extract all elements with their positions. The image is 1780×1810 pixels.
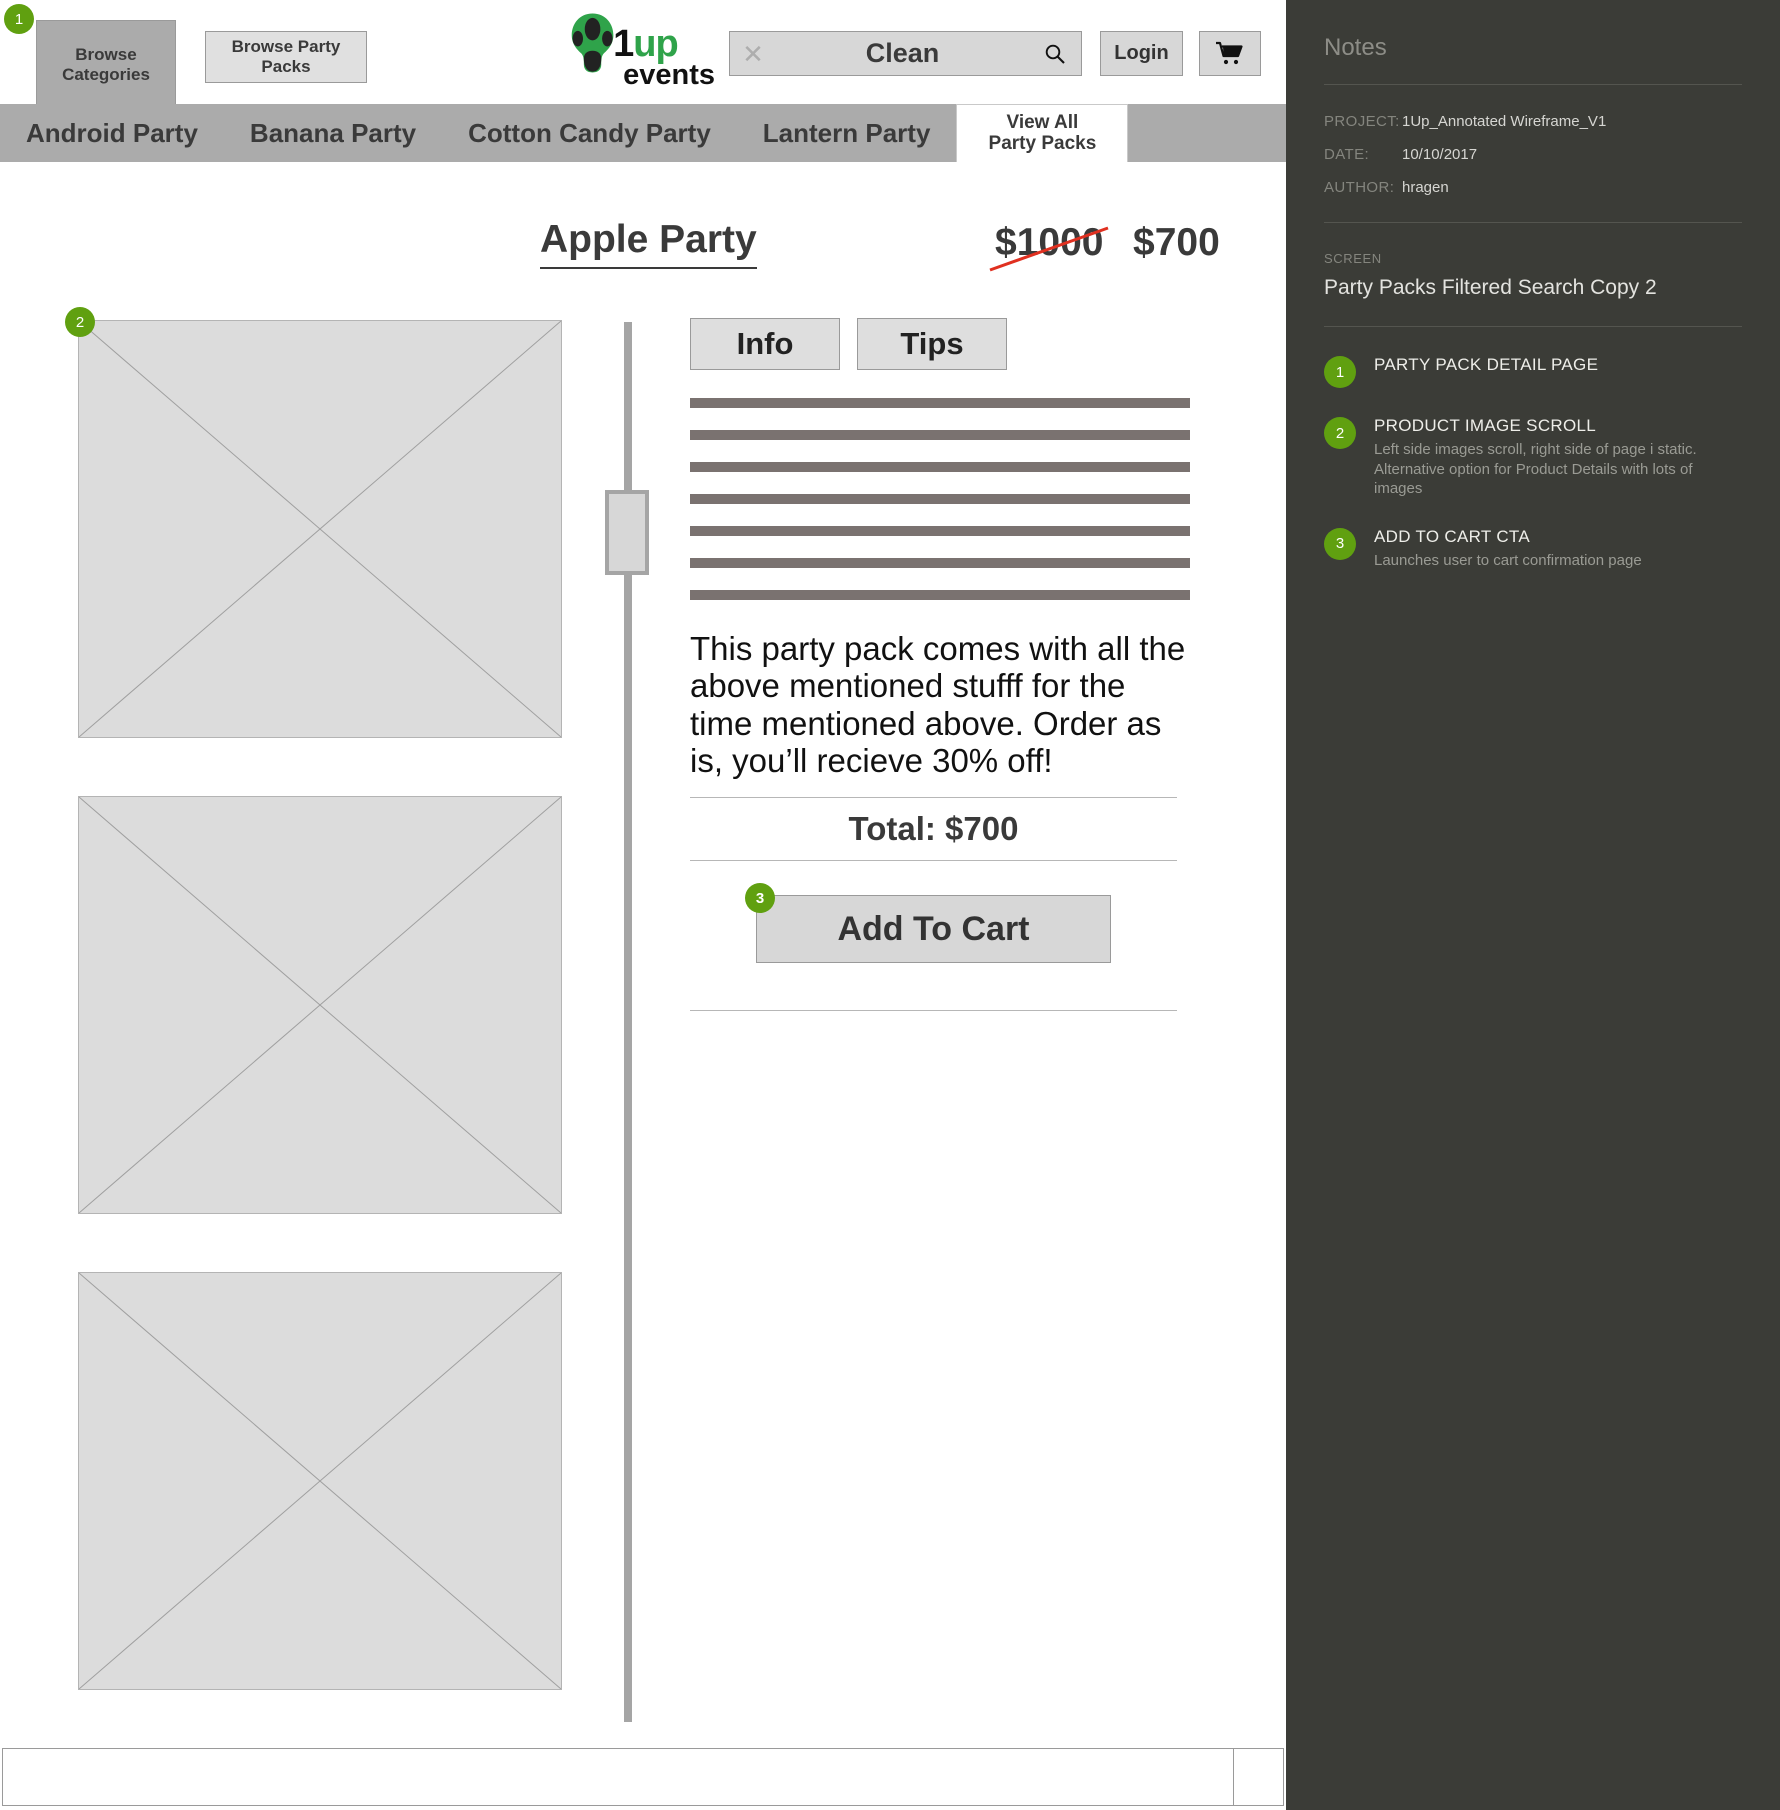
image-rail-scrollbar-thumb[interactable] (605, 490, 649, 575)
annotation-title: PRODUCT IMAGE SCROLL (1374, 416, 1597, 435)
browse-categories-tab[interactable]: Browse Categories (36, 20, 176, 108)
cta-divider (690, 1010, 1177, 1012)
close-x-icon[interactable]: ✕ (730, 41, 776, 67)
add-to-cart-label: Add To Cart (837, 909, 1030, 948)
product-image-placeholder[interactable]: 2 (65, 307, 562, 738)
product-description: This party pack comes with all the above… (690, 630, 1186, 779)
page-title: Apple Party (540, 218, 757, 269)
category-android-party[interactable]: Android Party (0, 104, 224, 162)
app-canvas: 1 Browse Categories Browse Party Packs 1… (0, 0, 1286, 1810)
browse-party-packs-tab[interactable]: Browse Party Packs (205, 31, 367, 83)
divider (1324, 84, 1742, 85)
annotation-badge-1[interactable]: 1 (4, 4, 34, 34)
category-banana-party[interactable]: Banana Party (224, 104, 442, 162)
product-image-placeholder[interactable] (78, 796, 562, 1214)
screen-name: Party Packs Filtered Search Copy 2 (1324, 276, 1657, 299)
image-placeholder-cross-icon (78, 1272, 562, 1690)
meta-author-value: hragen (1402, 179, 1449, 196)
annotation-item: 1 PARTY PACK DETAIL PAGE (1324, 355, 1742, 388)
placeholder-line (690, 462, 1190, 472)
tab-tips[interactable]: Tips (857, 318, 1007, 370)
detail-tabs: Info Tips (690, 318, 1190, 370)
annotation-number: 3 (1324, 527, 1356, 560)
add-to-cart-button[interactable]: 3 Add To Cart (745, 883, 1111, 964)
placeholder-line (690, 494, 1190, 504)
logo-events: events (623, 58, 715, 91)
mushroom-logo-icon (571, 13, 614, 73)
annotation-badge-3[interactable]: 3 (745, 883, 775, 914)
divider (1324, 222, 1742, 223)
footer-band (2, 1748, 1234, 1806)
meta-author-key: AUTHOR: (1324, 179, 1395, 196)
product-header: Apple Party $1000 $700 (0, 218, 1286, 288)
product-detail-column: Info Tips This party pack comes with all… (690, 318, 1190, 1012)
category-cotton-candy-party[interactable]: Cotton Candy Party (442, 104, 737, 162)
annotation-badge-2[interactable]: 2 (65, 307, 95, 337)
category-lantern-party[interactable]: Lantern Party (737, 104, 957, 162)
meta-project-value: 1Up_Annotated Wireframe_V1 (1402, 113, 1607, 130)
placeholder-line (690, 398, 1190, 408)
annotation-title: PARTY PACK DETAIL PAGE (1374, 355, 1599, 374)
site-logo[interactable]: 1up events (570, 5, 715, 91)
annotation-item: 2 PRODUCT IMAGE SCROLL Left side images … (1324, 416, 1742, 499)
meta-date-value: 10/10/2017 (1402, 146, 1478, 163)
login-button[interactable]: Login (1100, 31, 1183, 76)
annotation-number: 1 (1324, 356, 1356, 388)
image-placeholder-cross-icon (78, 796, 562, 1214)
sale-price: $700 (1133, 221, 1220, 264)
add-to-cart-area: 3 Add To Cart (690, 883, 1177, 1012)
category-nav: Android Party Banana Party Cotton Candy … (0, 104, 1286, 162)
meta-project: PROJECT: 1Up_Annotated Wireframe_V1 (1324, 113, 1742, 130)
notes-panel-title: Notes (1324, 34, 1387, 61)
meta-project-key: PROJECT: (1324, 113, 1400, 130)
cart-button[interactable] (1199, 31, 1261, 76)
product-image-rail[interactable]: 2 (65, 307, 568, 1810)
screen-label: SCREEN (1324, 251, 1382, 266)
meta-date: DATE: 10/10/2017 (1324, 146, 1742, 163)
placeholder-line (690, 558, 1190, 568)
divider (1324, 326, 1742, 327)
logo-wordmark: 1up events (613, 25, 715, 91)
top-utility-bar: Browse Categories Browse Party Packs 1up… (0, 0, 1286, 108)
order-total: Total: $700 (690, 797, 1177, 862)
image-placeholder-cross-icon (78, 320, 562, 738)
annotation-description: Launches user to cart confirmation page (1374, 551, 1642, 569)
wireframe-screenshot: 1 Browse Categories Browse Party Packs 1… (0, 0, 1780, 1810)
annotation-title: ADD TO CART CTA (1374, 526, 1530, 546)
tab-info[interactable]: Info (690, 318, 840, 370)
annotation-description: Left side images scroll, right side of p… (1374, 441, 1697, 497)
placeholder-line (690, 430, 1190, 440)
placeholder-text-lines (690, 398, 1190, 600)
search-input[interactable]: Clean (776, 38, 1029, 69)
footer-band-right (1234, 1748, 1284, 1806)
notes-panel: Notes PROJECT: 1Up_Annotated Wireframe_V… (1286, 0, 1780, 1810)
annotation-number: 2 (1324, 417, 1356, 449)
magnifier-icon[interactable] (1029, 42, 1081, 66)
placeholder-line (690, 526, 1190, 536)
search-bar[interactable]: ✕ Clean (729, 31, 1082, 76)
annotation-item: 3 ADD TO CART CTA Launches user to cart … (1324, 527, 1742, 571)
product-image-placeholder[interactable] (78, 1272, 562, 1690)
placeholder-line (690, 590, 1190, 600)
category-view-all-party-packs[interactable]: View All Party Packs (956, 104, 1129, 162)
meta-author: AUTHOR: hragen (1324, 179, 1742, 196)
meta-date-key: DATE: (1324, 146, 1370, 163)
shopping-cart-icon (1216, 41, 1243, 64)
original-price: $1000 (995, 221, 1104, 264)
